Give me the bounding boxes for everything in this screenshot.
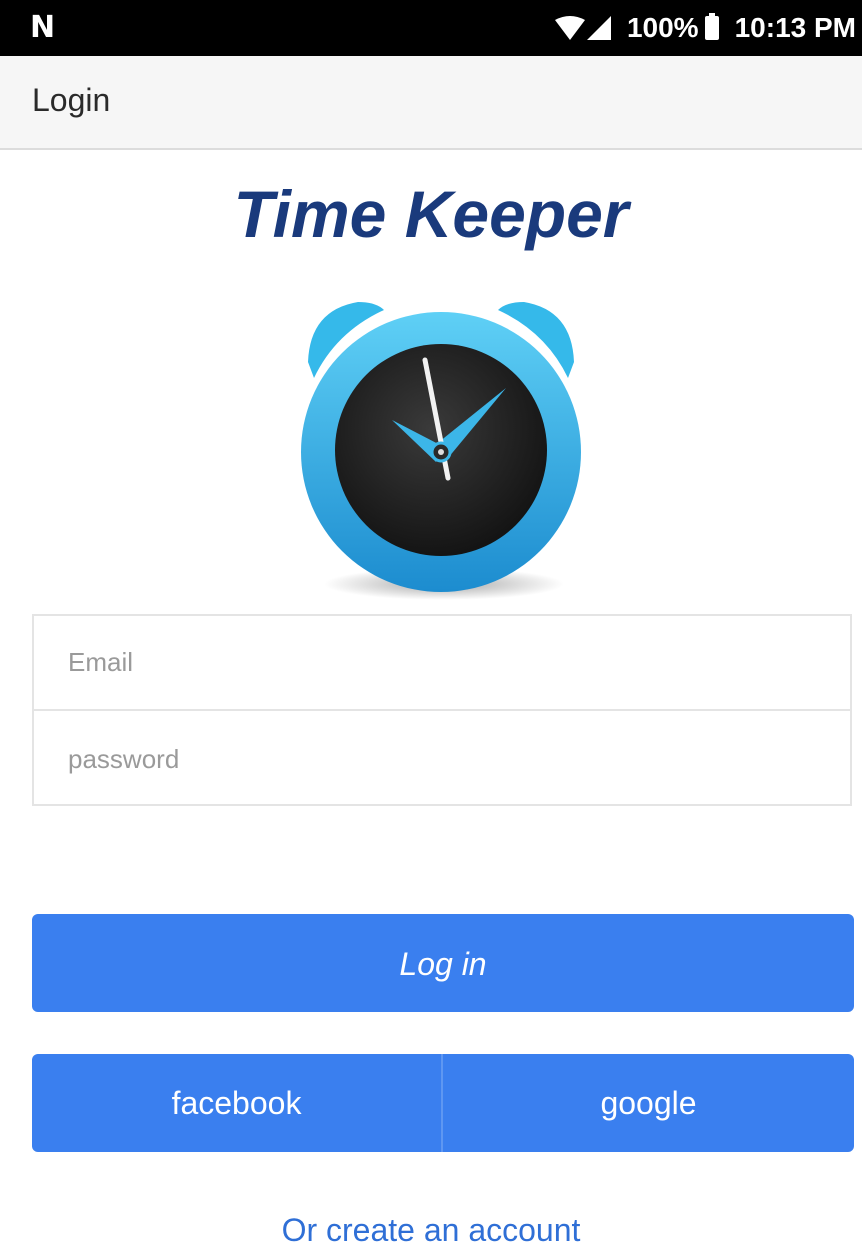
wifi-icon	[554, 16, 585, 40]
alarm-clock-icon	[301, 302, 581, 600]
app-bar: Login	[0, 56, 862, 150]
login-button[interactable]: Log in	[32, 914, 854, 1012]
battery-percent: 100%	[626, 12, 699, 43]
signal-icon	[586, 16, 611, 40]
password-field[interactable]	[34, 712, 850, 807]
email-field[interactable]	[34, 616, 850, 711]
facebook-button[interactable]: facebook	[32, 1054, 443, 1152]
app-name-heading: Time Keeper	[233, 177, 629, 251]
status-indicators: 100% 10:13 PM	[554, 10, 856, 46]
page-title: Login	[32, 82, 111, 118]
battery-charging-icon	[704, 13, 719, 40]
notification-icon: N	[30, 10, 56, 45]
google-button[interactable]: google	[443, 1054, 854, 1152]
status-bar: N 100% 10:13 PM	[0, 0, 862, 56]
create-account-link[interactable]: Or create an account	[0, 1212, 862, 1249]
social-login-group: facebook google	[32, 1054, 854, 1152]
login-form	[32, 614, 852, 807]
status-time: 10:13 PM	[734, 12, 856, 43]
